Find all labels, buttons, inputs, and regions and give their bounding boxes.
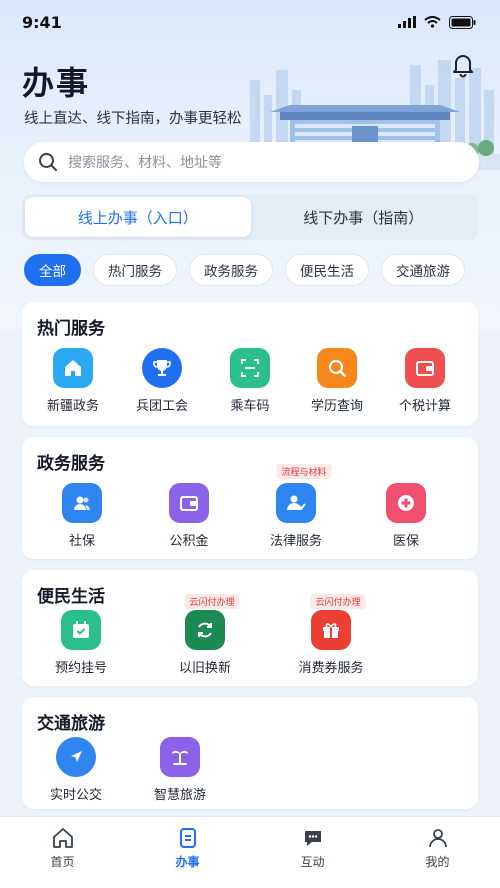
service-label: 兵团工会 (135, 399, 188, 414)
gov-services-card: 政务服务 社保 公积金 流程与材料 法律服务 医保 (22, 437, 478, 559)
badge-process-materials: 流程与材料 (276, 464, 332, 479)
service-education-query[interactable]: 学历查询 (292, 348, 382, 414)
tab-label: 我的 (425, 855, 450, 869)
tab-interact[interactable]: 互动 (250, 817, 375, 888)
service-ride-code[interactable]: 乘车码 (205, 348, 295, 414)
service-label: 消费券服务 (298, 661, 364, 676)
section-title-life: 便民生活 (37, 587, 105, 607)
service-label: 医保 (392, 534, 419, 549)
wallet-icon (169, 483, 209, 523)
service-realtime-bus[interactable]: 实时公交 (31, 737, 121, 803)
navigation-icon (56, 737, 96, 777)
chip-travel[interactable]: 交通旅游 (381, 254, 465, 286)
service-union[interactable]: 兵团工会 (117, 348, 207, 414)
tab-profile[interactable]: 我的 (375, 817, 500, 888)
home-outline-icon (52, 828, 73, 848)
search-icon (39, 153, 57, 171)
chip-gov[interactable]: 政务服务 (189, 254, 273, 286)
bottom-tab-bar: 首页 办事 互动 我的 (0, 816, 500, 888)
refresh-icon (185, 610, 225, 650)
tab-label: 办事 (175, 855, 200, 869)
hot-services-card: 热门服务 新疆政务 兵团工会 乘车码 学历查询 个税计算 (22, 302, 478, 426)
service-social-security[interactable]: 社保 (37, 483, 127, 549)
service-label: 法律服务 (269, 534, 322, 549)
search-icon (317, 348, 357, 388)
service-trade-in[interactable]: 以旧换新 (160, 610, 250, 676)
service-xinjiang-gov[interactable]: 新疆政务 (28, 348, 118, 414)
chip-all[interactable]: 全部 (24, 254, 81, 286)
tab-offline[interactable]: 线下办事（指南） (251, 197, 477, 237)
chat-icon (304, 831, 321, 846)
search-input[interactable]: 搜索服务、材料、地址等 (24, 142, 479, 182)
chip-hot[interactable]: 热门服务 (93, 254, 177, 286)
tab-online[interactable]: 线上办事（入口） (25, 197, 251, 237)
travel-services-card: 交通旅游 实时公交 智慧旅游 (22, 697, 478, 809)
trophy-icon (142, 348, 182, 388)
search-placeholder: 搜索服务、材料、地址等 (68, 155, 222, 171)
service-label: 乘车码 (230, 399, 270, 414)
wallet-icon (405, 348, 445, 388)
mode-segmented-control: 线上办事（入口） 线下办事（指南） (22, 194, 479, 240)
service-smart-tourism[interactable]: 智慧旅游 (135, 737, 225, 803)
battery-icon (449, 15, 476, 29)
badge-unionpay: 云闪付办理 (310, 594, 366, 609)
people-icon (62, 483, 102, 523)
section-title-gov: 政务服务 (37, 454, 105, 474)
service-label: 公积金 (169, 534, 209, 549)
medical-plus-icon (386, 483, 426, 523)
service-housing-fund[interactable]: 公积金 (144, 483, 234, 549)
section-title-travel: 交通旅游 (37, 714, 105, 734)
service-label: 智慧旅游 (153, 788, 206, 803)
service-label: 以旧换新 (178, 661, 231, 676)
service-coupon[interactable]: 消费券服务 (286, 610, 376, 676)
category-filter-chips: 全部 热门服务 政务服务 便民生活 交通旅游 (24, 254, 500, 286)
palm-tree-icon (160, 737, 200, 777)
cellular-signal-icon (398, 16, 416, 28)
service-tax-calc[interactable]: 个税计算 (380, 348, 470, 414)
tab-home[interactable]: 首页 (0, 817, 125, 888)
status-time: 9:41 (22, 12, 62, 32)
wifi-icon (424, 16, 441, 28)
page-title: 办事 (22, 64, 91, 102)
tab-label: 互动 (300, 855, 325, 869)
badge-unionpay: 云闪付办理 (184, 594, 240, 609)
service-label: 学历查询 (310, 399, 363, 414)
user-icon (428, 829, 447, 848)
service-legal[interactable]: 法律服务 (251, 483, 341, 549)
scan-icon (230, 348, 270, 388)
status-bar: 9:41 (0, 0, 500, 44)
service-medical-insurance[interactable]: 医保 (361, 483, 451, 549)
service-appointment[interactable]: 预约挂号 (36, 610, 126, 676)
life-services-card: 便民生活 预约挂号 云闪付办理 以旧换新 云闪付办理 消费券服务 (22, 570, 478, 686)
page-subtitle: 线上直达、线下指南，办事更轻松 (24, 111, 242, 127)
notification-bell-icon[interactable] (450, 52, 476, 78)
gift-icon (311, 610, 351, 650)
service-label: 预约挂号 (54, 661, 107, 676)
service-label: 实时公交 (49, 788, 102, 803)
home-icon (53, 348, 93, 388)
calendar-check-icon (61, 610, 101, 650)
tab-label: 首页 (50, 855, 75, 869)
user-check-icon (276, 483, 316, 523)
section-title-hot: 热门服务 (37, 319, 105, 339)
status-icons (398, 15, 476, 29)
service-label: 社保 (68, 534, 95, 549)
service-label: 个税计算 (398, 399, 451, 414)
chip-life[interactable]: 便民生活 (285, 254, 369, 286)
tab-services[interactable]: 办事 (125, 817, 250, 888)
document-icon (179, 828, 196, 848)
service-label: 新疆政务 (46, 399, 99, 414)
